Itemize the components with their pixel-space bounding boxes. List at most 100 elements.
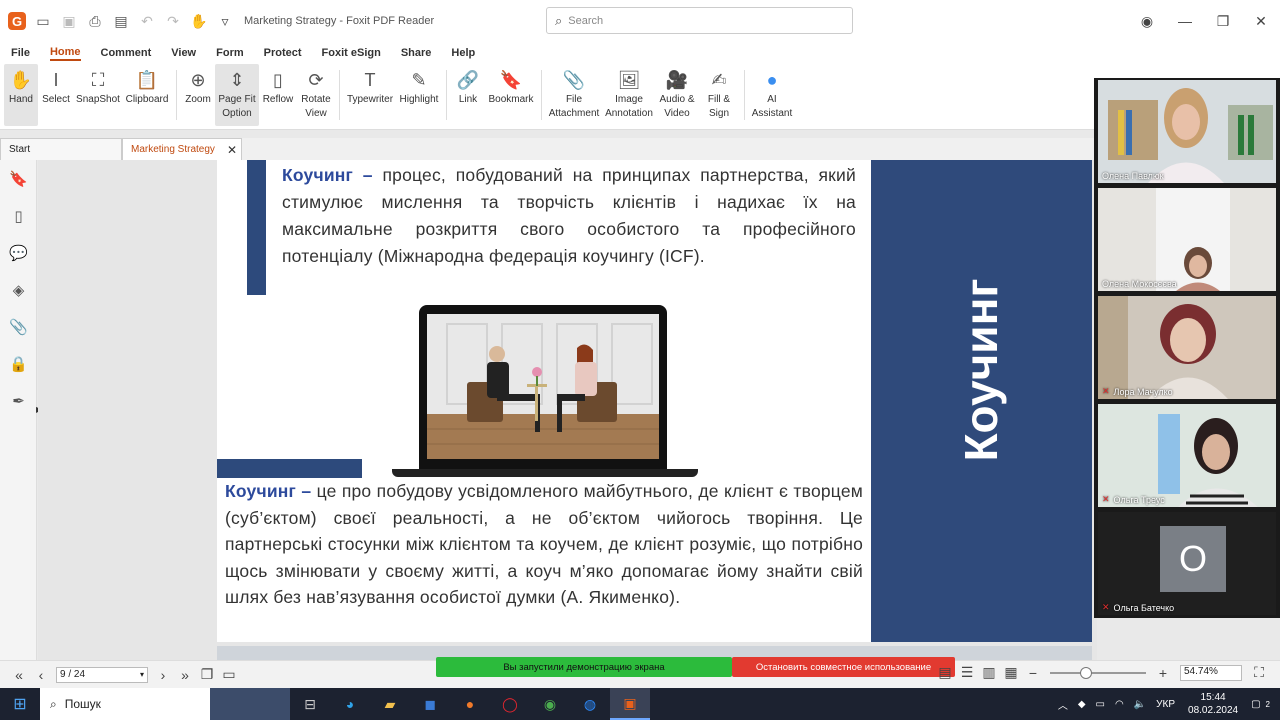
continuous-view-icon[interactable]: ☰: [956, 664, 978, 681]
search-input[interactable]: ⌕ Search: [546, 7, 853, 34]
attachments-panel-icon[interactable]: 📎: [0, 308, 37, 345]
volume-icon[interactable]: 🔈: [1134, 699, 1146, 710]
news-widget-icon[interactable]: [210, 688, 290, 720]
foxit-taskbar-icon[interactable]: ▣: [610, 688, 650, 720]
document-icon[interactable]: ▤: [112, 12, 130, 30]
pages-panel-icon[interactable]: ▯: [0, 197, 37, 234]
next-page-icon[interactable]: ›: [152, 667, 174, 683]
page-view-icon[interactable]: ❐: [196, 666, 218, 683]
file-attachment-button[interactable]: 📎 File Attachment: [546, 64, 602, 126]
tray-expand-icon[interactable]: ︿: [1058, 697, 1068, 712]
menu-share[interactable]: Share: [401, 47, 432, 59]
page-number-input[interactable]: 9 / 24 ▾: [56, 666, 148, 683]
task-view-icon[interactable]: ⊟: [290, 688, 330, 720]
attachment-icon: 📎: [562, 70, 586, 90]
first-page-icon[interactable]: «: [8, 667, 30, 683]
single-page-view-icon[interactable]: ▤: [934, 664, 956, 681]
restore-button[interactable]: ❐: [1204, 13, 1242, 30]
previous-page-icon[interactable]: ‹: [30, 667, 52, 683]
typewriter-button[interactable]: T Typewriter: [344, 64, 396, 126]
continuous-facing-icon[interactable]: ▦: [1000, 664, 1022, 681]
bookmark-button[interactable]: 🔖 Bookmark: [485, 64, 537, 126]
stop-sharing-button[interactable]: Остановить совместное использование: [732, 657, 955, 677]
zoom-slider[interactable]: [1050, 666, 1146, 679]
undo-icon[interactable]: ↶: [138, 12, 156, 30]
battery-icon[interactable]: ▭: [1096, 699, 1105, 710]
print-icon[interactable]: ⎙: [86, 12, 104, 30]
store-icon[interactable]: ◼: [410, 688, 450, 720]
taskbar-search[interactable]: ⌕ Пошук: [40, 688, 210, 720]
zoom-level-input[interactable]: 54.74%: [1180, 664, 1242, 681]
signature-panel-icon[interactable]: ✒: [0, 382, 37, 419]
notifications-icon[interactable]: ▢ 2: [1251, 699, 1275, 710]
participant-name-row: ✕ Лора Мачулко: [1102, 386, 1173, 397]
layers-panel-icon[interactable]: ◈: [0, 271, 37, 308]
minimize-button[interactable]: —: [1166, 13, 1204, 29]
bookmark-icon: 🔖: [499, 70, 523, 90]
clock[interactable]: 15:44 08.02.2024: [1188, 691, 1238, 717]
tray-app-icon[interactable]: ◆: [1078, 699, 1086, 710]
page-fit-option-button[interactable]: ⇕ Page Fit Option: [215, 64, 259, 126]
save-icon[interactable]: ▣: [60, 12, 78, 30]
page-dropdown-icon[interactable]: ▾: [140, 670, 144, 679]
document-view[interactable]: Коучинг – процес, побудований на принцип…: [38, 160, 1097, 660]
audio-video-button[interactable]: 🎥 Audio & Video: [656, 64, 698, 126]
ribbon-divider: [446, 70, 447, 120]
zoom-app-icon[interactable]: ◍: [570, 688, 610, 720]
bookmarks-panel-icon[interactable]: 🔖: [0, 160, 37, 197]
zoom-slider-knob[interactable]: [1080, 666, 1092, 679]
single-page-icon[interactable]: ▭: [218, 666, 240, 683]
tab-marketing-strategy[interactable]: Marketing Strategy ✕: [122, 138, 242, 160]
participant-tile[interactable]: O ✕ Ольга Батечко: [1098, 512, 1276, 615]
wifi-icon[interactable]: ◠: [1115, 699, 1124, 710]
rotate-view-button[interactable]: ⟳ Rotate View: [297, 64, 335, 126]
link-button[interactable]: 🔗 Link: [451, 64, 485, 126]
comments-panel-icon[interactable]: 💬: [0, 234, 37, 271]
menu-home[interactable]: Home: [49, 46, 81, 61]
menu-protect[interactable]: Protect: [264, 47, 302, 59]
start-button[interactable]: ⊞: [0, 688, 40, 720]
account-icon[interactable]: ◉: [1128, 13, 1166, 30]
snapshot-button[interactable]: ⛶ SnapShot: [74, 64, 122, 126]
hand-tool-button[interactable]: ✋ Hand: [4, 64, 38, 126]
zoom-out-icon[interactable]: −: [1022, 665, 1044, 681]
facing-view-icon[interactable]: ▥: [978, 664, 1000, 681]
firefox-icon[interactable]: ●: [450, 688, 490, 720]
reflow-button[interactable]: ▯ Reflow: [259, 64, 297, 126]
close-button[interactable]: ✕: [1242, 13, 1280, 30]
edge-icon[interactable]: ◕: [330, 688, 370, 720]
participant-tile[interactable]: Олена Мокосєєва: [1098, 188, 1276, 291]
ai-assistant-button[interactable]: ● AI Assistant: [749, 64, 795, 126]
tab-start[interactable]: Start: [0, 138, 122, 160]
redo-icon[interactable]: ↷: [164, 12, 182, 30]
language-indicator[interactable]: УКР: [1156, 699, 1175, 710]
security-panel-icon[interactable]: 🔒: [0, 345, 37, 382]
menu-comment[interactable]: Comment: [101, 47, 152, 59]
select-tool-button[interactable]: I Select: [38, 64, 74, 126]
fill-sign-button[interactable]: ✍ Fill & Sign: [698, 64, 740, 126]
file-explorer-icon[interactable]: ▰: [370, 688, 410, 720]
participant-tile[interactable]: ✕ Ольга Треус: [1098, 404, 1276, 507]
highlight-button[interactable]: ✎ Highlight: [396, 64, 442, 126]
open-folder-icon[interactable]: ▭: [34, 12, 52, 30]
hand-tool-quick-icon[interactable]: ✋: [190, 12, 208, 30]
last-page-icon[interactable]: »: [174, 667, 196, 683]
image-annotation-button[interactable]: 🖼 Image Annotation: [602, 64, 656, 126]
clipboard-button[interactable]: 📋 Clipboard: [122, 64, 172, 126]
chrome-icon[interactable]: ◉: [530, 688, 570, 720]
close-tab-icon[interactable]: ✕: [227, 143, 237, 157]
menu-help[interactable]: Help: [451, 47, 475, 59]
fullscreen-icon[interactable]: ⛶: [1248, 664, 1270, 681]
menu-foxit-esign[interactable]: Foxit eSign: [322, 47, 381, 59]
menu-form[interactable]: Form: [216, 47, 244, 59]
participant-tile[interactable]: Олена Павлюк: [1098, 80, 1276, 183]
participant-tile[interactable]: ✕ Лора Мачулко: [1098, 296, 1276, 399]
menu-file[interactable]: File: [11, 47, 30, 59]
customize-dropdown-icon[interactable]: ▿: [216, 12, 234, 30]
opera-icon[interactable]: ◯: [490, 688, 530, 720]
zoom-in-icon[interactable]: +: [1152, 665, 1174, 681]
menu-view[interactable]: View: [171, 47, 196, 59]
side-title-panel: Коучинг: [871, 160, 1092, 642]
foxit-logo-icon[interactable]: G: [8, 12, 26, 30]
zoom-button[interactable]: ⊕ Zoom: [181, 64, 215, 126]
